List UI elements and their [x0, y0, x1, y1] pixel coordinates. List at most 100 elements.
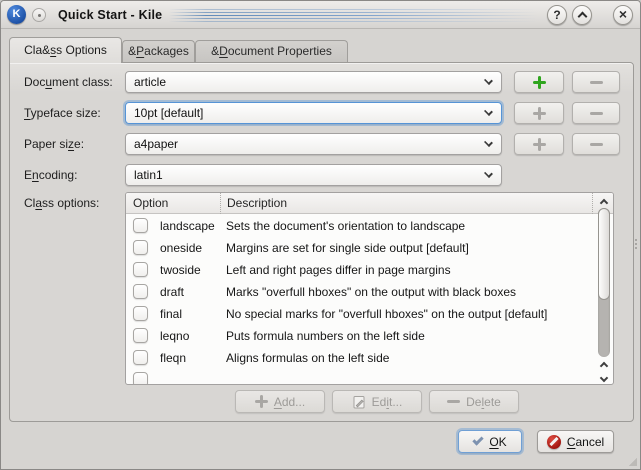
class-options-panel: Document class: article Typeface size: 1… — [9, 62, 634, 422]
typeface-size-remove-button[interactable] — [572, 102, 620, 124]
combobox-value: a4paper — [134, 134, 178, 154]
checkbox-oneside[interactable] — [133, 240, 148, 255]
table-row-partial[interactable] — [126, 369, 596, 385]
help-button[interactable]: ? — [547, 5, 567, 25]
tab-class-options[interactable]: Cla&ss Options — [9, 37, 122, 63]
document-class-remove-button[interactable] — [572, 71, 620, 93]
tab-packages[interactable]: &Packages — [122, 40, 195, 62]
typeface-size-combobox[interactable]: 10pt [default] — [125, 102, 502, 124]
scroll-down-button[interactable] — [597, 370, 611, 382]
edit-button-label: Edit... — [372, 395, 403, 409]
tab-document-properties[interactable]: &Document Properties — [195, 40, 348, 62]
titlebar-menu-button[interactable] — [32, 8, 46, 22]
right-edge-grip[interactable] — [635, 237, 638, 251]
document-class-add-button[interactable] — [514, 71, 564, 93]
typeface-size-add-button[interactable] — [514, 102, 564, 124]
pencil-edit-icon — [352, 395, 366, 409]
option-name: oneside — [160, 237, 202, 259]
minus-icon — [447, 400, 460, 403]
titlebar-decoration-lines — [169, 9, 538, 22]
add-option-button[interactable]: Add... — [235, 390, 325, 413]
minus-icon — [590, 81, 603, 84]
chevron-down-icon — [484, 138, 493, 147]
chevron-up-icon — [600, 199, 608, 207]
delete-option-button[interactable]: Delete — [429, 390, 519, 413]
option-name: landscape — [160, 215, 215, 237]
tab-label-post: s Options — [56, 43, 107, 57]
column-header-description[interactable]: Description — [220, 193, 593, 214]
option-description: Marks "overfull hboxes" on the output wi… — [226, 281, 516, 303]
delete-button-label: Delete — [466, 395, 501, 409]
tab-label-accel: D — [219, 44, 228, 58]
ok-button[interactable]: OK — [458, 430, 522, 453]
paper-size-label: Paper size: — [24, 133, 84, 155]
table-row[interactable]: final No special marks for "overfull hbo… — [126, 303, 596, 325]
chevron-down-icon — [484, 107, 493, 116]
chevron-down-icon — [484, 76, 493, 85]
checkbox-final[interactable] — [133, 306, 148, 321]
plus-icon — [533, 76, 546, 89]
paper-size-remove-button[interactable] — [572, 133, 620, 155]
scroll-up-button[interactable] — [597, 195, 611, 207]
column-header-option[interactable]: Option — [133, 193, 168, 214]
option-name: draft — [160, 281, 184, 303]
combobox-value: latin1 — [134, 165, 163, 185]
table-row[interactable]: twoside Left and right pages differ in p… — [126, 259, 596, 281]
paper-size-add-button[interactable] — [514, 133, 564, 155]
tab-label-pre: & — [128, 44, 136, 58]
option-description: Puts formula numbers on the left side — [226, 325, 425, 347]
minus-icon — [590, 112, 603, 115]
tab-label-pre: & — [211, 44, 219, 58]
shade-button[interactable] — [572, 5, 592, 25]
scroll-up-button-bottom[interactable] — [597, 358, 611, 370]
option-name: leqno — [160, 325, 189, 347]
cancel-button[interactable]: Cancel — [537, 430, 614, 453]
table-row[interactable]: oneside Margins are set for single side … — [126, 237, 596, 259]
option-name: twoside — [160, 259, 201, 281]
plus-icon — [533, 107, 546, 120]
checkbox-landscape[interactable] — [133, 218, 148, 233]
table-scrollbar[interactable] — [597, 195, 611, 382]
checkbox-twoside[interactable] — [133, 262, 148, 277]
paper-size-combobox[interactable]: a4paper — [125, 133, 502, 155]
option-description: No special marks for "overfull hboxes" o… — [226, 303, 547, 325]
titlebar[interactable]: K Quick Start - Kile ? × — [1, 1, 640, 29]
checkbox-fleqn[interactable] — [133, 350, 148, 365]
combobox-value: article — [134, 72, 166, 92]
checkbox-leqno[interactable] — [133, 328, 148, 343]
document-class-combobox[interactable]: article — [125, 71, 502, 93]
table-row[interactable]: draft Marks "overfull hboxes" on the out… — [126, 281, 596, 303]
chevron-down-icon — [600, 374, 608, 382]
table-header[interactable]: Option Description — [126, 193, 613, 214]
option-description: Left and right pages differ in page marg… — [226, 259, 451, 281]
class-options-table: Option Description landscape Sets the do… — [125, 192, 614, 385]
option-description: Aligns formulas on the left side — [226, 347, 389, 369]
class-options-label: Class options: — [24, 192, 99, 214]
encoding-combobox[interactable]: latin1 — [125, 164, 502, 186]
chevron-up-icon — [600, 362, 608, 370]
option-description: Margins are set for single side output [… — [226, 237, 469, 259]
typeface-size-label: Typeface size: — [24, 102, 101, 124]
kile-app-icon: K — [7, 5, 26, 24]
plus-icon — [255, 395, 268, 408]
encoding-label: Encoding: — [24, 164, 77, 186]
document-class-label: Document class: — [24, 71, 113, 93]
checkbox-partial[interactable] — [133, 372, 148, 385]
scrollbar-thumb[interactable] — [598, 208, 610, 300]
resize-grip[interactable] — [629, 458, 637, 466]
cancel-icon — [547, 435, 561, 449]
option-name: final — [160, 303, 182, 325]
close-button[interactable]: × — [613, 5, 633, 25]
table-row[interactable]: landscape Sets the document's orientatio… — [126, 215, 596, 237]
quick-start-dialog: K Quick Start - Kile ? × Cla&ss Options … — [0, 0, 641, 470]
tab-label-post: ackages — [144, 44, 189, 58]
combobox-value: 10pt [default] — [134, 103, 203, 123]
chevron-down-icon — [484, 169, 493, 178]
ok-button-label: OK — [489, 435, 506, 449]
table-row[interactable]: leqno Puts formula numbers on the left s… — [126, 325, 596, 347]
check-icon — [473, 434, 484, 445]
table-row[interactable]: fleqn Aligns formulas on the left side — [126, 347, 596, 369]
checkbox-draft[interactable] — [133, 284, 148, 299]
option-name: fleqn — [160, 347, 186, 369]
edit-option-button[interactable]: Edit... — [332, 390, 422, 413]
